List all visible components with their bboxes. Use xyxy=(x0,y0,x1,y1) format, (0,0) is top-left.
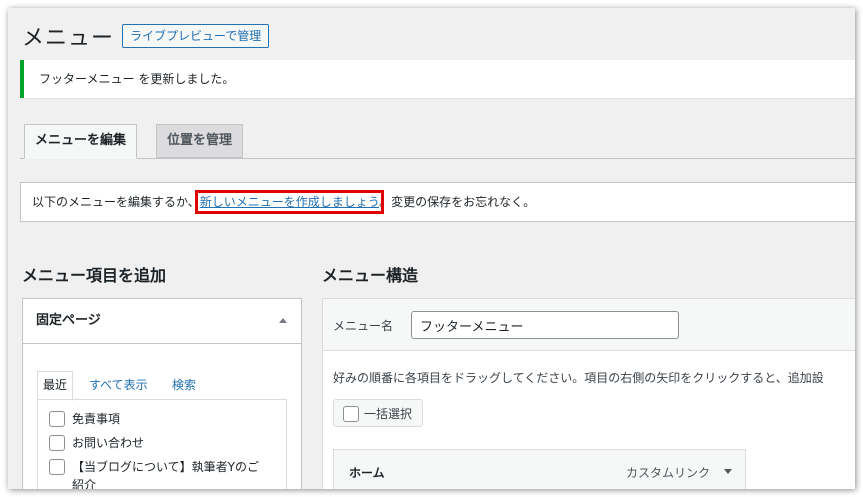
tab-edit-menus[interactable]: メニューを編集 xyxy=(24,124,138,159)
menu-structure-panel: メニュー名 好みの順番に各項目をドラッグしてください。項目の右側の矢印をクリック… xyxy=(322,298,855,489)
page-checkbox[interactable] xyxy=(49,411,65,427)
menu-name-row: メニュー名 xyxy=(323,299,855,351)
manage-menus-box: 以下のメニューを編集するか、新しいメニューを作成しましょう。変更の保存をお忘れな… xyxy=(20,182,855,222)
drag-instructions: 好みの順番に各項目をドラッグしてください。項目の右側の矢印をクリックすると、追加… xyxy=(333,371,824,385)
page-title: メニュー xyxy=(22,26,115,51)
page-label: 【当ブログについて】執筆者Yのご xyxy=(72,460,259,474)
add-menu-items-heading: メニュー項目を追加 xyxy=(22,266,167,285)
menu-structure-body: 好みの順番に各項目をドラッグしてください。項目の右側の矢印をクリックすると、追加… xyxy=(323,351,855,489)
create-new-menu-link[interactable]: 新しいメニューを作成しましょう xyxy=(194,190,385,214)
manage-text-after: 。変更の保存をお忘れなく。 xyxy=(379,195,536,209)
page-checkbox[interactable] xyxy=(49,435,65,451)
subtab-search[interactable]: 検索 xyxy=(172,376,196,393)
tab-manage-locations[interactable]: 位置を管理 xyxy=(156,124,244,158)
notice-text: フッターメニュー を更新しました。 xyxy=(39,72,235,86)
bulk-select-checkbox[interactable] xyxy=(343,406,359,422)
subtab-recent[interactable]: 最近 xyxy=(37,371,74,401)
menu-structure-heading: メニュー構造 xyxy=(322,266,419,285)
pages-panel-header[interactable]: 固定ページ xyxy=(23,299,301,344)
list-item: お問い合わせ xyxy=(38,434,286,458)
page-checkbox[interactable] xyxy=(49,459,65,475)
list-item-continuation: 紹介 xyxy=(38,476,286,489)
list-item: 免責事項 xyxy=(38,410,286,434)
page-label: お問い合わせ xyxy=(72,436,145,450)
page-label-continuation: 紹介 xyxy=(72,478,97,489)
bulk-select-label: 一括選択 xyxy=(364,407,413,421)
live-preview-button[interactable]: ライブプレビューで管理 xyxy=(122,24,270,48)
tab-divider xyxy=(20,158,855,159)
manage-text-before: 以下のメニューを編集するか、 xyxy=(32,195,200,209)
success-notice: フッターメニュー を更新しました。 xyxy=(20,60,855,98)
app-window: メニュー ライブプレビューで管理 フッターメニュー を更新しました。 メニューを… xyxy=(8,8,855,489)
arrow-down-icon[interactable] xyxy=(724,469,732,474)
menu-item-home[interactable]: ホーム カスタムリンク xyxy=(333,449,746,489)
pages-panel-title: 固定ページ xyxy=(36,313,101,328)
menu-item-type: カスタムリンク xyxy=(625,466,710,480)
arrow-up-icon[interactable] xyxy=(279,318,287,323)
page-label: 免責事項 xyxy=(72,412,121,426)
pages-checklist: 免責事項 お問い合わせ 【当ブログについて】執筆者Yのご 紹介 xyxy=(37,399,287,489)
bulk-select-button[interactable]: 一括選択 xyxy=(333,399,424,427)
menu-name-input[interactable] xyxy=(411,311,679,339)
menu-item-title: ホーム xyxy=(349,466,385,480)
pages-panel: 固定ページ 最近 すべて表示 検索 免責事項 お問い合わせ 【当ブログについて】… xyxy=(22,298,302,489)
menu-name-label: メニュー名 xyxy=(333,319,394,333)
subtab-view-all[interactable]: すべて表示 xyxy=(89,376,148,393)
